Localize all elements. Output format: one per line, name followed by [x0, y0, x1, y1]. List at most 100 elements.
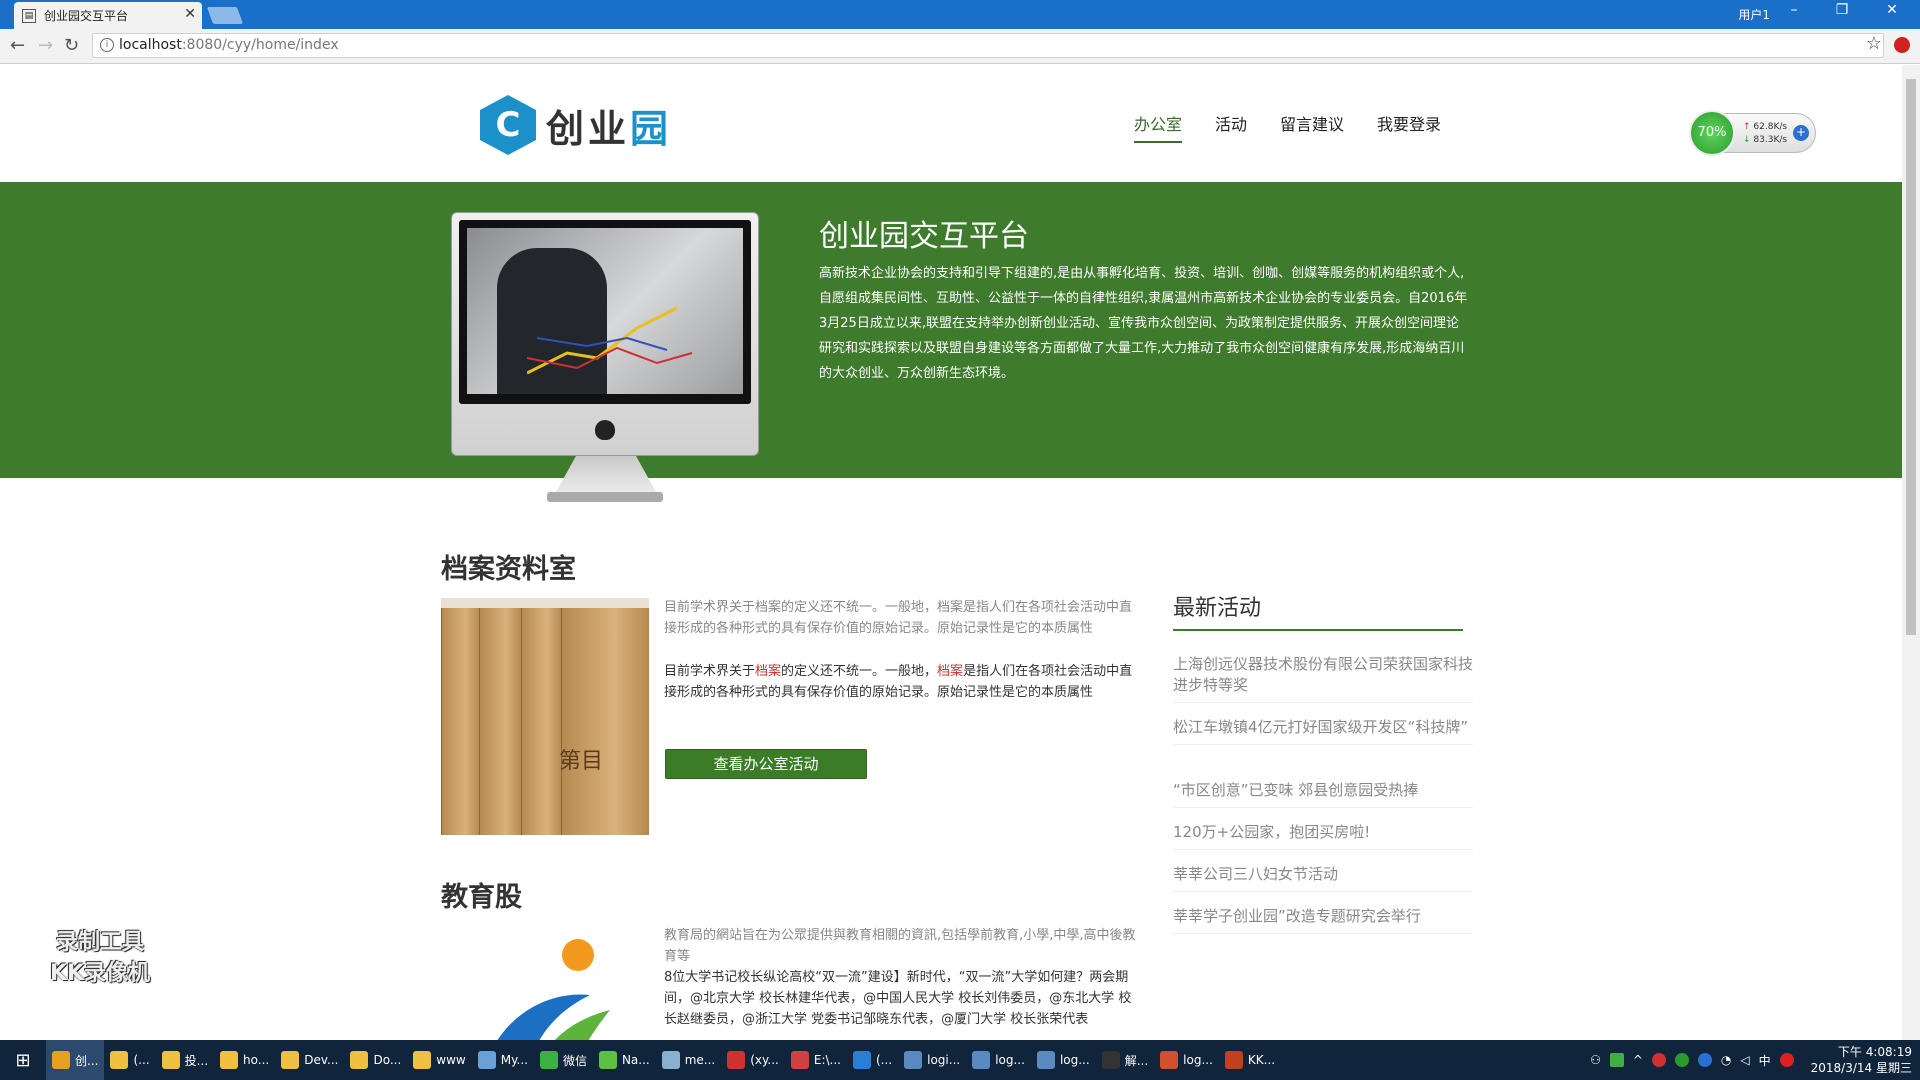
- bluetooth-icon[interactable]: [1697, 1053, 1712, 1067]
- education-detail: 8位大学书记校长纵论高校“双一流”建设】新时代，“双一流”大学如何建？两会期间，…: [664, 970, 1132, 1027]
- taskbar-app-label: 微信: [562, 1053, 587, 1068]
- news-item[interactable]: 120万+公园家，抱团买房啦!: [1173, 822, 1473, 850]
- upload-speed: ↑ 62.8K/s: [1743, 122, 1788, 132]
- windows-start-icon[interactable]: ⊞: [0, 1040, 46, 1080]
- taskbar-app[interactable]: log...: [966, 1040, 1031, 1080]
- app-icon: [598, 1051, 617, 1069]
- nav-office[interactable]: 办公室: [1134, 111, 1183, 143]
- archive-boxes-image: 第目: [441, 598, 649, 835]
- taskbar-app-label: (...: [133, 1053, 150, 1067]
- antivirus-icon[interactable]: [1651, 1053, 1666, 1067]
- taskbar-app[interactable]: logi...: [898, 1040, 966, 1080]
- taskbar-app[interactable]: Na...: [593, 1040, 656, 1080]
- taskbar-app-label: 投...: [184, 1053, 209, 1068]
- taskbar-app[interactable]: 投...: [156, 1040, 214, 1080]
- latest-activities-title: 最新活动: [1173, 596, 1262, 621]
- reload-icon[interactable]: ↻: [64, 35, 79, 56]
- tray-expand-icon[interactable]: ^: [1633, 1053, 1643, 1067]
- wifi-icon[interactable]: ◔: [1721, 1053, 1731, 1067]
- taskbar-app[interactable]: My...: [472, 1040, 534, 1080]
- box-label: 第目: [559, 749, 604, 774]
- taskbar-app-label: (...: [876, 1053, 893, 1067]
- ime-icon[interactable]: [1779, 1053, 1794, 1067]
- taskbar-app[interactable]: 创...: [46, 1040, 105, 1080]
- input-language[interactable]: 中: [1759, 1052, 1771, 1069]
- taskbar-app-label: logi...: [927, 1053, 961, 1067]
- boost-plus-icon[interactable]: +: [1793, 125, 1809, 141]
- taskbar-app[interactable]: (...: [847, 1040, 898, 1080]
- view-office-activities-button[interactable]: 查看办公室活动: [665, 749, 867, 779]
- taskbar-app-label: Dev...: [304, 1053, 339, 1067]
- browser-tab[interactable]: ▤ 创业园交互平台 ✕: [14, 2, 202, 29]
- nav-feedback[interactable]: 留言建议: [1280, 111, 1344, 143]
- taskbar-app[interactable]: (...: [104, 1040, 155, 1080]
- scrollbar-thumb[interactable]: [1906, 79, 1916, 635]
- app-icon: [350, 1051, 369, 1069]
- back-icon[interactable]: ←: [10, 35, 25, 56]
- archive-detail: 目前学术界关于档案的定义还不统一。一般地，档案是指人们在各项社会活动中直接形成的…: [664, 664, 1133, 700]
- app-icon: [972, 1051, 991, 1069]
- logo-text: 创业园: [546, 105, 673, 151]
- app-icon: [413, 1051, 432, 1069]
- news-item[interactable]: 莘莘公司三八妇女节活动: [1173, 864, 1473, 892]
- window-user-label[interactable]: 用户1: [1738, 6, 1770, 23]
- nav-login[interactable]: 我要登录: [1377, 111, 1441, 143]
- url-input[interactable]: i localhost:8080/cyy/home/index: [92, 33, 1884, 58]
- taskbar-app[interactable]: log...: [1154, 1040, 1219, 1080]
- taskbar-app-label: www: [436, 1053, 466, 1067]
- news-item[interactable]: “市区创意”已变味 郊县创意园受热捧: [1173, 780, 1473, 808]
- banner-description: 高新技术企业协会的支持和引导下组建的,是由从事孵化培育、投资、培训、创咖、创媒等…: [819, 266, 1468, 381]
- taskbar-app-label: My...: [500, 1053, 528, 1067]
- extension-icon[interactable]: [1894, 37, 1910, 53]
- close-window-icon[interactable]: ✕: [1872, 2, 1912, 18]
- battery-icon[interactable]: [1609, 1053, 1624, 1067]
- taskbar-app-label: log...: [995, 1053, 1025, 1067]
- taskbar-app[interactable]: www: [407, 1040, 471, 1080]
- site-logo[interactable]: C 创业园: [480, 95, 672, 155]
- network-speed-widget[interactable]: 70% ↑ 62.8K/s ↓ 83.3K/s +: [1689, 110, 1816, 156]
- taskbar-app[interactable]: Do...: [344, 1040, 407, 1080]
- taskbar-app[interactable]: KK...: [1219, 1040, 1281, 1080]
- app-icon: [161, 1051, 180, 1069]
- minimize-icon[interactable]: –: [1774, 2, 1814, 18]
- site-info-icon[interactable]: i: [100, 38, 114, 52]
- address-bar: ← → ↻ i localhost:8080/cyy/home/index ☆: [0, 29, 1920, 64]
- bookmark-star-icon[interactable]: ☆: [1866, 33, 1882, 54]
- taskbar-app[interactable]: me...: [656, 1040, 722, 1080]
- taskbar-app[interactable]: E:\...: [785, 1040, 847, 1080]
- security-icon[interactable]: [1674, 1053, 1689, 1067]
- taskbar-app[interactable]: 解...: [1096, 1040, 1154, 1080]
- taskbar-app-label: log...: [1183, 1053, 1213, 1067]
- taskbar-clock[interactable]: 下午 4:08:19 2018/3/14 星期三: [1811, 1044, 1912, 1076]
- taskbar-app[interactable]: log...: [1031, 1040, 1096, 1080]
- forward-icon[interactable]: →: [38, 35, 53, 56]
- news-item[interactable]: 莘莘学子创业园”改造专题研究会举行: [1173, 906, 1473, 934]
- recorder-watermark: 录制工具 KK录像机: [49, 930, 151, 986]
- tab-title: 创业园交互平台: [44, 9, 129, 23]
- app-icon: [853, 1051, 871, 1069]
- app-icon: [661, 1051, 680, 1069]
- taskbar-app[interactable]: ho...: [214, 1040, 275, 1080]
- news-item[interactable]: 松江车墩镇4亿元打好国家级开发区“科技牌”: [1173, 717, 1473, 745]
- taskbar-app-label: ho...: [243, 1053, 270, 1067]
- nav-activities[interactable]: 活动: [1215, 111, 1247, 143]
- page-scrollbar[interactable]: [1902, 65, 1920, 1040]
- taskbar-app-label: log...: [1059, 1053, 1090, 1067]
- app-icon: [539, 1051, 558, 1069]
- taskbar-app-label: me...: [684, 1053, 716, 1067]
- volume-icon[interactable]: ◁: [1740, 1053, 1749, 1067]
- news-item[interactable]: 上海创远仪器技术股份有限公司荣获国家科技进步特等奖: [1173, 654, 1473, 703]
- new-tab-button[interactable]: [206, 7, 244, 24]
- tab-close-icon[interactable]: ✕: [184, 6, 196, 22]
- restore-icon[interactable]: ❐: [1822, 2, 1862, 18]
- education-section-title: 教育股: [441, 882, 522, 913]
- app-icon: [220, 1051, 239, 1069]
- logo-mark-icon: C: [480, 95, 536, 155]
- taskbar-app[interactable]: Dev...: [275, 1040, 344, 1080]
- taskbar-app-label: 解...: [1124, 1053, 1149, 1068]
- clock-date: 2018/3/14 星期三: [1810, 1061, 1912, 1075]
- taskbar-app[interactable]: (xy...: [721, 1040, 785, 1080]
- taskbar-app[interactable]: 微信: [534, 1040, 593, 1080]
- people-icon[interactable]: ⚇: [1590, 1053, 1601, 1067]
- hero-computer-image: [451, 212, 759, 502]
